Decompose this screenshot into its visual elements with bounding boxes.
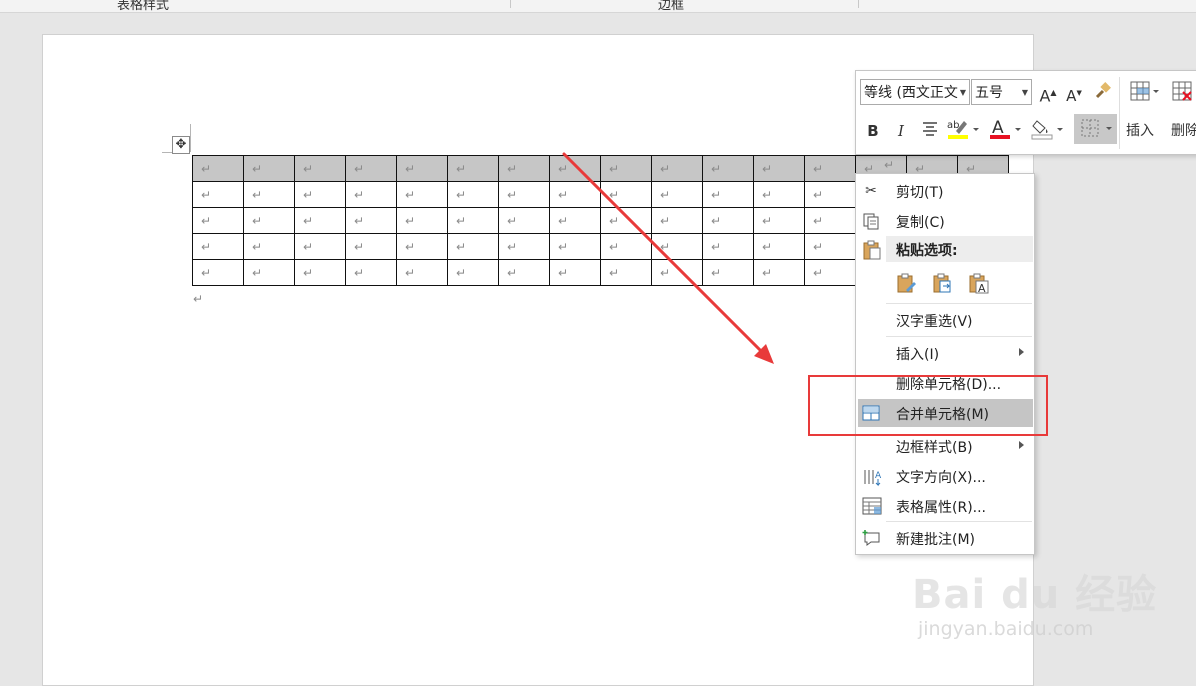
watermark-url: jingyan.baidu.com <box>918 618 1094 640</box>
annotation-highlight-box <box>808 375 1048 436</box>
watermark-logo: Bai du 经验 <box>912 572 1158 618</box>
